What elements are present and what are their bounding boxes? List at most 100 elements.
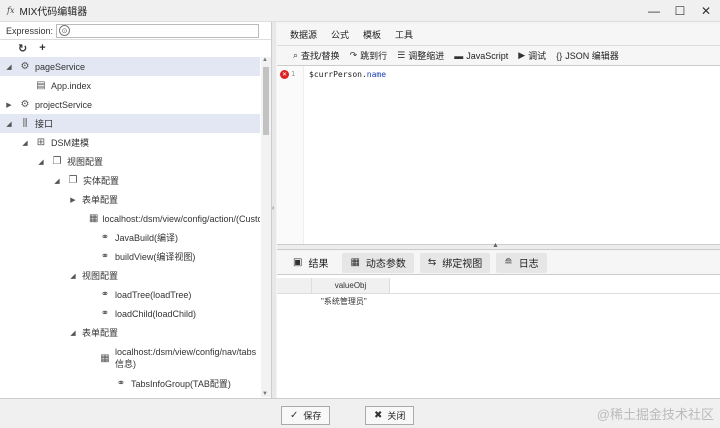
- tree-node[interactable]: ⚭ TabsInfoGroup(TAB配置): [0, 374, 260, 393]
- tree-node[interactable]: ◢ ❐ 实体配置: [0, 171, 260, 190]
- toolbar-button[interactable]: ⌕ 查找/替换: [293, 49, 340, 62]
- error-marker-icon: ✕: [280, 70, 289, 79]
- vertical-splitter[interactable]: ‹: [272, 22, 276, 398]
- toolbar-button[interactable]: ▬ JavaScript: [454, 51, 508, 61]
- row-header-cell: [277, 278, 312, 293]
- tree-node-text: projectService: [35, 99, 93, 110]
- tree-node[interactable]: ◢ ⚙ pageService: [0, 57, 260, 76]
- tree-node[interactable]: ▶ 表单配置: [0, 190, 260, 209]
- bottom-tab[interactable]: ⇆ 绑定视图: [419, 252, 491, 273]
- bottom-tab-label: 结果: [308, 259, 329, 270]
- tree-node[interactable]: ◢ ❐ 视图配置: [0, 152, 260, 171]
- close-window-button[interactable]: ✕: [698, 3, 714, 19]
- code-editor-window: fx MIX代码编辑器 — ☐ ✕ Expression: ⊙ ↻ + ◢ ⚙ pa…: [0, 0, 720, 428]
- collapse-left-icon[interactable]: ‹: [272, 205, 274, 212]
- tree-toolbar: ↻ +: [0, 40, 271, 56]
- scroll-up-icon[interactable]: ▲: [262, 57, 268, 63]
- code-line[interactable]: $currPerson.name: [309, 70, 386, 79]
- column-header-valueobj[interactable]: valueObj: [312, 278, 390, 293]
- menu-item[interactable]: 公式: [331, 28, 349, 41]
- expanded-arrow-icon[interactable]: ◢: [68, 329, 78, 337]
- expression-row: Expression: ⊙: [0, 22, 271, 40]
- toolbar-button[interactable]: ↷ 跳到行: [350, 49, 388, 62]
- collapsed-arrow-icon[interactable]: ▶: [68, 196, 78, 204]
- service-tree: ◢ ⚙ pageService ▤ App.index ▶ ⚙ projectService ◢…: [0, 57, 260, 397]
- tree-node-text: pageService: [35, 61, 86, 72]
- close-button[interactable]: ✖ 关闭: [365, 406, 415, 425]
- tree-node-label: 实体配置: [83, 174, 119, 187]
- tree-node[interactable]: ◢ 视图配置: [0, 266, 260, 285]
- code-editor[interactable]: ✕ 1 $currPerson.name: [277, 66, 720, 244]
- collapsed-arrow-icon[interactable]: ▶: [4, 101, 14, 109]
- tree-node[interactable]: ◢ ⊞ DSM建模: [0, 133, 260, 152]
- add-icon[interactable]: +: [39, 42, 45, 54]
- link-icon: ⚭: [100, 232, 110, 243]
- menu-item[interactable]: 数据源: [290, 28, 317, 41]
- tree-node[interactable]: ▦ localhost:/dsm/view/config/nav/tabs 信息): [0, 342, 260, 374]
- tree-node[interactable]: ⚭ JavaBuild(编译): [0, 228, 260, 247]
- close-label: 关闭: [387, 411, 406, 421]
- tree-node[interactable]: ⚭ buildView(编译视图): [0, 247, 260, 266]
- tree-node-text: 实体配置: [83, 176, 120, 186]
- tree-node-text: 表单配置: [82, 328, 119, 338]
- tree-node-text: loadTree(loadTree): [115, 289, 192, 300]
- tree-node[interactable]: ◢ ⫼ 接口: [0, 114, 260, 133]
- tree-node-label: loadTree(loadTree): [115, 290, 191, 300]
- service-group-icon: ⚙: [20, 99, 30, 110]
- tree-node-label: pageService: [35, 62, 85, 72]
- tree-node-label: projectService: [35, 100, 92, 110]
- tree-node-text: TabsInfoGroup(TAB配置): [131, 379, 231, 389]
- link-icon: ⚭: [116, 378, 126, 389]
- bottom-tab[interactable]: ≘ 日志: [496, 252, 547, 273]
- expanded-arrow-icon[interactable]: ◢: [4, 63, 14, 71]
- code-object: $currPerson.: [309, 70, 367, 79]
- page-icon: ▤: [36, 80, 46, 91]
- bottom-tab[interactable]: ▦ 动态参数: [342, 252, 414, 273]
- toolbar-button[interactable]: {} JSON 编辑器: [556, 49, 619, 62]
- toolbar-button[interactable]: ▶ 调试: [518, 49, 546, 62]
- horizontal-splitter[interactable]: ▲: [277, 242, 720, 250]
- tree-node[interactable]: ▤ App.index: [0, 76, 260, 95]
- goto-line-icon: ↷: [349, 50, 358, 60]
- refresh-icon[interactable]: ↻: [18, 42, 27, 55]
- tree-node[interactable]: ⚭ loadChild(loadChild): [0, 304, 260, 323]
- toolbar-label: JSON 编辑器: [565, 51, 619, 61]
- tree-node[interactable]: ⚭ loadTree(loadTree): [0, 285, 260, 304]
- tree-node[interactable]: ▦ localhost:/dsm/view/config/action/(Cust…: [0, 209, 260, 228]
- menu-bar: 数据源 公式 模板 工具: [277, 24, 720, 46]
- menu-item[interactable]: 工具: [395, 28, 413, 41]
- tree-node[interactable]: ▶ ⚙ projectService: [0, 95, 260, 114]
- scrollbar-thumb[interactable]: [263, 67, 269, 135]
- expanded-arrow-icon[interactable]: ◢: [4, 120, 14, 128]
- check-icon: ✓: [290, 410, 299, 421]
- expanded-arrow-icon[interactable]: ◢: [68, 272, 78, 280]
- tree-node[interactable]: ⚭ FieldFormList(表单字段): [0, 393, 260, 397]
- tree-node-label: DSM建模: [51, 136, 89, 149]
- expanded-arrow-icon[interactable]: ◢: [52, 177, 62, 185]
- footer-bar: ✓ 保存 ✖ 关闭 @稀土掘金技术社区: [0, 398, 720, 428]
- results-panel: valueObj "系统管理员": [277, 275, 720, 398]
- expression-input[interactable]: ⊙: [56, 23, 259, 38]
- interface-icon: ⫼: [22, 118, 28, 129]
- tree-node-text: DSM建模: [51, 138, 89, 148]
- toolbar-button[interactable]: ☰ 调整缩进: [397, 49, 444, 62]
- scroll-down-icon[interactable]: ▼: [262, 391, 268, 397]
- maximize-button[interactable]: ☐: [672, 3, 688, 19]
- menu-item[interactable]: 模板: [363, 28, 381, 41]
- tree-node-label: 视图配置: [82, 269, 118, 282]
- code-property: name: [366, 70, 387, 79]
- tree-node-label: loadChild(loadChild): [115, 309, 196, 319]
- editor-toolbar: ⌕ 查找/替换 ↷ 跳到行 ☰ 调整缩进 ▬ JavaScript ▶ 调试 {} JSON 编辑器: [277, 46, 720, 66]
- bottom-tab[interactable]: ▣ 结果: [285, 253, 336, 273]
- expanded-arrow-icon[interactable]: ◢: [36, 158, 46, 166]
- tree-node-text: localhost:/dsm/view/config/action/(Custo: [102, 213, 260, 224]
- expanded-arrow-icon[interactable]: ◢: [20, 139, 30, 147]
- collapse-up-icon[interactable]: ▲: [492, 242, 499, 249]
- tree-scrollbar[interactable]: ▲ ▼: [261, 57, 271, 397]
- search-icon: ⊙: [59, 25, 71, 36]
- tree-node[interactable]: ◢ 表单配置: [0, 323, 260, 342]
- save-button[interactable]: ✓ 保存: [281, 406, 331, 425]
- fx-icon: fx: [7, 6, 15, 15]
- minimize-button[interactable]: —: [646, 3, 662, 19]
- calendar-icon: ▦: [350, 257, 360, 268]
